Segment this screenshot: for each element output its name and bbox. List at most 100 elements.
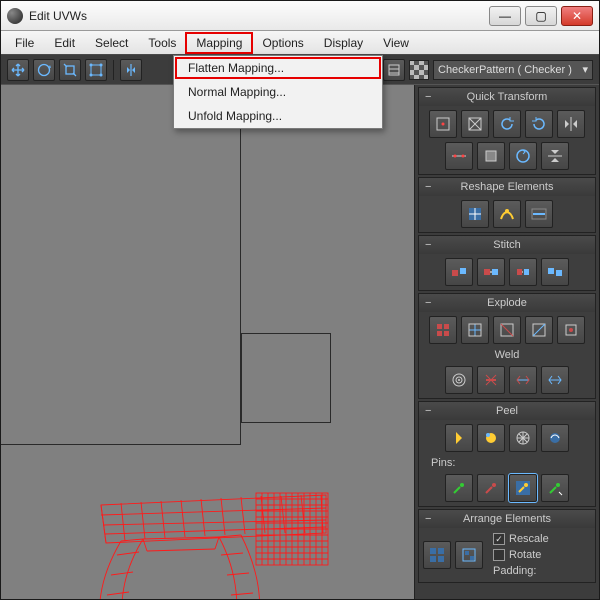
align-edges-icon[interactable] xyxy=(461,110,489,138)
break-angle-icon[interactable] xyxy=(493,316,521,344)
mirror-icon[interactable] xyxy=(120,59,142,81)
titlebar: Edit UVWs — ▢ ✕ xyxy=(1,1,599,31)
panel-peel: − Peel Pins: xyxy=(418,401,596,507)
peel-mode-icon[interactable] xyxy=(477,424,505,452)
stitch-selected-icon[interactable] xyxy=(445,258,473,286)
linear-align-icon[interactable] xyxy=(525,200,553,228)
dropdown-unfold-mapping[interactable]: Unfold Mapping... xyxy=(174,104,382,128)
uv-bounds-rect xyxy=(1,85,241,445)
checker-swatch-icon[interactable] xyxy=(409,60,429,80)
mapping-dropdown: Flatten Mapping... Normal Mapping... Unf… xyxy=(173,55,383,129)
pack-normalize-icon[interactable] xyxy=(455,541,483,569)
panel-title: Arrange Elements xyxy=(463,513,551,525)
break-face-icon[interactable] xyxy=(461,316,489,344)
panel-title: Explode xyxy=(487,297,527,309)
side-panel: − Quick Transform − Reshape Elements xyxy=(414,85,599,599)
collapse-icon[interactable]: − xyxy=(425,405,431,417)
panel-quick-transform: − Quick Transform xyxy=(418,87,596,175)
pin-select-icon[interactable] xyxy=(541,474,569,502)
menu-select[interactable]: Select xyxy=(85,33,138,53)
move-icon[interactable] xyxy=(7,59,29,81)
menu-edit[interactable]: Edit xyxy=(44,33,85,53)
relax-icon[interactable] xyxy=(493,200,521,228)
collapse-icon[interactable]: − xyxy=(425,513,431,525)
rotate-ccw-icon[interactable] xyxy=(493,110,521,138)
checkbox-icon: ✓ xyxy=(493,533,505,545)
weld-threshold-icon[interactable] xyxy=(541,366,569,394)
minimize-button[interactable]: — xyxy=(489,6,521,26)
window-buttons: — ▢ ✕ xyxy=(489,6,593,26)
scale-icon[interactable] xyxy=(59,59,81,81)
rotate-icon[interactable] xyxy=(33,59,55,81)
pin-remove-icon[interactable] xyxy=(477,474,505,502)
uv-viewport[interactable] xyxy=(1,85,414,599)
checkbox-icon xyxy=(493,549,505,561)
collapse-icon[interactable]: − xyxy=(425,181,431,193)
weld-target-icon[interactable] xyxy=(445,366,473,394)
relax-peel-icon[interactable] xyxy=(541,424,569,452)
rescale-checkbox-row[interactable]: ✓ Rescale xyxy=(487,532,591,546)
panel-reshape: − Reshape Elements xyxy=(418,177,596,233)
collapse-icon[interactable]: − xyxy=(425,91,431,103)
dropdown-flatten-mapping[interactable]: Flatten Mapping... xyxy=(174,56,382,80)
menu-tools[interactable]: Tools xyxy=(138,33,186,53)
close-button[interactable]: ✕ xyxy=(561,6,593,26)
flip-v-icon[interactable] xyxy=(541,142,569,170)
weld-selected-icon[interactable] xyxy=(477,366,505,394)
align-center-icon[interactable] xyxy=(429,110,457,138)
pins-label: Pins: xyxy=(423,456,591,470)
flip-h-icon[interactable] xyxy=(557,110,585,138)
chevron-down-icon: ▾ xyxy=(582,63,588,76)
menu-file[interactable]: File xyxy=(5,33,44,53)
panel-arrange: − Arrange Elements ✓ Rescale Rotate Paddin… xyxy=(418,509,596,583)
panel-title: Peel xyxy=(496,405,518,417)
pin-add-icon[interactable] xyxy=(445,474,473,502)
padding-label: Padding: xyxy=(493,565,536,577)
separator-icon xyxy=(113,60,114,80)
rotate-checkbox-row[interactable]: Rotate xyxy=(487,548,591,562)
menu-view[interactable]: View xyxy=(373,33,419,53)
window-title: Edit UVWs xyxy=(29,9,489,23)
collapse-icon[interactable]: − xyxy=(425,239,431,251)
stitch-custom-icon[interactable] xyxy=(541,258,569,286)
panel-title: Reshape Elements xyxy=(461,181,554,193)
panel-title: Quick Transform xyxy=(467,91,548,103)
app-icon xyxy=(7,8,23,24)
rotate-label: Rotate xyxy=(509,549,541,561)
pin-auto-icon[interactable] xyxy=(509,474,537,502)
rescale-label: Rescale xyxy=(509,533,549,545)
uv-quadrant-rect xyxy=(241,333,331,423)
rotate-cw-icon[interactable] xyxy=(525,110,553,138)
edit-uvw-window: Edit UVWs — ▢ ✕ File Edit Select Tools M… xyxy=(0,0,600,600)
uv-wireframe xyxy=(61,475,361,599)
menu-options[interactable]: Options xyxy=(252,33,313,53)
panel-stitch: − Stitch xyxy=(418,235,596,291)
collapse-icon[interactable]: − xyxy=(425,297,431,309)
freeform-icon[interactable] xyxy=(85,59,107,81)
stitch-source-icon[interactable] xyxy=(477,258,505,286)
break-poly-icon[interactable] xyxy=(429,316,457,344)
texture-dropdown-label: CheckerPattern ( Checker ) xyxy=(438,64,572,76)
stitch-average-icon[interactable] xyxy=(509,258,537,286)
panel-title: Stitch xyxy=(493,239,521,251)
padding-row: Padding: xyxy=(487,564,591,578)
break-matid-icon[interactable] xyxy=(557,316,585,344)
pelt-map-icon[interactable] xyxy=(509,424,537,452)
menu-mapping[interactable]: Mapping xyxy=(186,33,252,53)
dropdown-normal-mapping[interactable]: Normal Mapping... xyxy=(174,80,382,104)
weld-all-icon[interactable] xyxy=(509,366,537,394)
show-map-icon[interactable] xyxy=(383,59,405,81)
pack-together-icon[interactable] xyxy=(423,541,451,569)
main-area: − Quick Transform − Reshape Elements xyxy=(1,85,599,599)
quick-peel-icon[interactable] xyxy=(445,424,473,452)
straighten-icon[interactable] xyxy=(461,200,489,228)
menu-display[interactable]: Display xyxy=(314,33,373,53)
maximize-button[interactable]: ▢ xyxy=(525,6,557,26)
align-horiz-icon[interactable] xyxy=(445,142,473,170)
texture-dropdown[interactable]: CheckerPattern ( Checker ) ▾ xyxy=(433,60,593,80)
align-box-icon[interactable] xyxy=(477,142,505,170)
break-smooth-icon[interactable] xyxy=(525,316,553,344)
panel-explode: −Explode Weld xyxy=(418,293,596,399)
rotate-90-icon[interactable] xyxy=(509,142,537,170)
menubar: File Edit Select Tools Mapping Options D… xyxy=(1,31,599,55)
